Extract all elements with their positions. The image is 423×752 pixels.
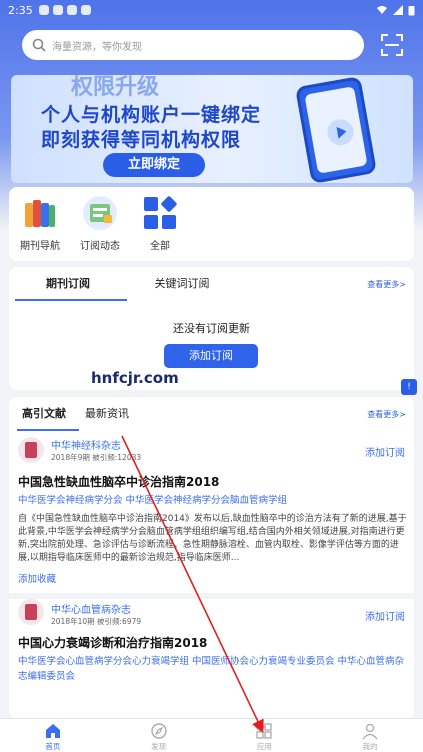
subscription-tabs: 期刊订阅 关键词订阅 xyxy=(9,267,414,301)
tab-keyword-subscription[interactable]: 关键词订阅 xyxy=(127,275,237,301)
tab-highly-cited[interactable]: 高引文献 xyxy=(9,405,79,431)
signal-icon xyxy=(393,5,403,15)
article-item[interactable]: 中华神经科杂志 2018年9期 被引频:12033 添加订阅 中国急性缺血性脑卒… xyxy=(9,431,414,591)
active-tab-indicator xyxy=(15,299,127,301)
article-meta: 2018年9期 被引频:12033 xyxy=(51,453,142,462)
journal-name[interactable]: 中华神经科杂志 xyxy=(51,437,121,452)
discover-icon xyxy=(150,723,167,739)
nav-label: 我的 xyxy=(362,742,378,751)
article-authors[interactable]: 中华医学会神经病学分会 中华医学会神经病学分会脑血管病学组 xyxy=(18,493,410,508)
status-time: 2:35 xyxy=(8,3,33,17)
promo-banner[interactable]: 权限升级 个人与机构账户一键绑定 即刻获得等同机构权限 立即绑定 xyxy=(11,75,413,183)
system-icons xyxy=(376,5,415,16)
status-bar: 2:35 xyxy=(0,0,423,20)
quick-item-label: 期刊导航 xyxy=(20,241,60,252)
phone-illustration xyxy=(294,76,378,183)
nav-profile[interactable]: 我的 xyxy=(317,719,423,752)
bind-now-button[interactable]: 立即绑定 xyxy=(103,153,205,177)
home-icon xyxy=(45,724,60,738)
article-title[interactable]: 中国心力衰竭诊断和治疗指南2018 xyxy=(18,634,207,651)
search-icon xyxy=(32,38,46,52)
tab-latest-news[interactable]: 最新资讯 xyxy=(79,405,135,431)
quick-item-journal-nav[interactable]: 期刊导航 xyxy=(19,195,61,261)
quick-item-label: 全部 xyxy=(150,241,170,252)
feed-card: 高引文献 最新资讯 查看更多> 中华神经科杂志 2018年9期 被引频:1203… xyxy=(9,397,414,719)
article-title[interactable]: 中国急性缺血性脑卒中诊治指南2018 xyxy=(18,473,219,490)
profile-icon xyxy=(362,723,378,740)
wifi-icon xyxy=(377,6,387,14)
quick-item-subscription[interactable]: 订阅动态 xyxy=(79,195,121,261)
subscription-icon xyxy=(82,195,118,231)
nav-discover[interactable]: 发现 xyxy=(106,719,212,752)
feedback-icon[interactable]: ! xyxy=(401,379,417,395)
quick-menu: 期刊导航 订阅动态 全部 xyxy=(9,187,414,261)
journal-logo-icon xyxy=(18,437,44,463)
banner-top-text: 权限升级 xyxy=(71,75,160,100)
feed-tabs: 高引文献 最新资讯 xyxy=(9,397,414,431)
article-item[interactable]: 中华心血管病杂志 2018年10期 被引频:6979 添加订阅 中国心力衰竭诊断… xyxy=(9,599,414,719)
battery-icon xyxy=(408,5,415,15)
nav-label: 发现 xyxy=(151,742,167,751)
add-subscription-link[interactable]: 添加订阅 xyxy=(365,444,405,459)
apps-icon xyxy=(255,722,273,739)
article-abstract: 自《中国急性缺血性脑卒中诊治指南2014》发布以后,缺血性脑卒中的诊治方法有了新… xyxy=(18,514,407,563)
notification-icons xyxy=(38,5,91,15)
quick-item-label: 订阅动态 xyxy=(80,241,120,252)
banner-line-2: 即刻获得等同机构权限 xyxy=(41,129,242,151)
journal-logo-icon xyxy=(18,599,44,625)
scan-icon[interactable] xyxy=(380,33,404,57)
banner-line-1: 个人与机构账户一键绑定 xyxy=(41,104,262,126)
nav-apps[interactable]: 应用 xyxy=(212,719,318,752)
watermark-text: hnfcjr.com xyxy=(91,369,179,387)
add-subscription-button[interactable]: 添加订阅 xyxy=(164,344,258,368)
journal-name[interactable]: 中华心血管病杂志 xyxy=(51,601,131,616)
search-bar[interactable]: 海量资源，等你发现 xyxy=(22,30,364,60)
all-grid-icon xyxy=(142,195,178,231)
empty-subscription-text: 还没有订阅更新 xyxy=(173,322,250,335)
article-meta: 2018年10期 被引频:6979 xyxy=(51,617,142,626)
view-more-link[interactable]: 查看更多> xyxy=(367,279,406,290)
article-authors[interactable]: 中华医学会心血管病学分会心力衰竭学组 中国医师协会心力衰竭专业委员会 中华心血管… xyxy=(18,654,410,684)
nav-label: 首页 xyxy=(45,742,61,751)
view-more-link[interactable]: 查看更多> xyxy=(367,409,406,420)
journal-books-icon xyxy=(22,195,58,231)
nav-home[interactable]: 首页 xyxy=(0,719,106,752)
quick-item-all[interactable]: 全部 xyxy=(139,195,181,261)
search-input[interactable]: 海量资源，等你发现 xyxy=(52,38,142,53)
nav-label: 应用 xyxy=(256,742,272,751)
tab-journal-subscription[interactable]: 期刊订阅 xyxy=(9,275,127,301)
bottom-nav: 首页 发现 应用 我的 xyxy=(0,718,423,752)
subscription-card: 期刊订阅 关键词订阅 查看更多> 还没有订阅更新 添加订阅 xyxy=(9,267,414,390)
add-favorite-link[interactable]: 添加收藏 xyxy=(18,571,56,585)
add-subscription-link[interactable]: 添加订阅 xyxy=(365,608,405,623)
